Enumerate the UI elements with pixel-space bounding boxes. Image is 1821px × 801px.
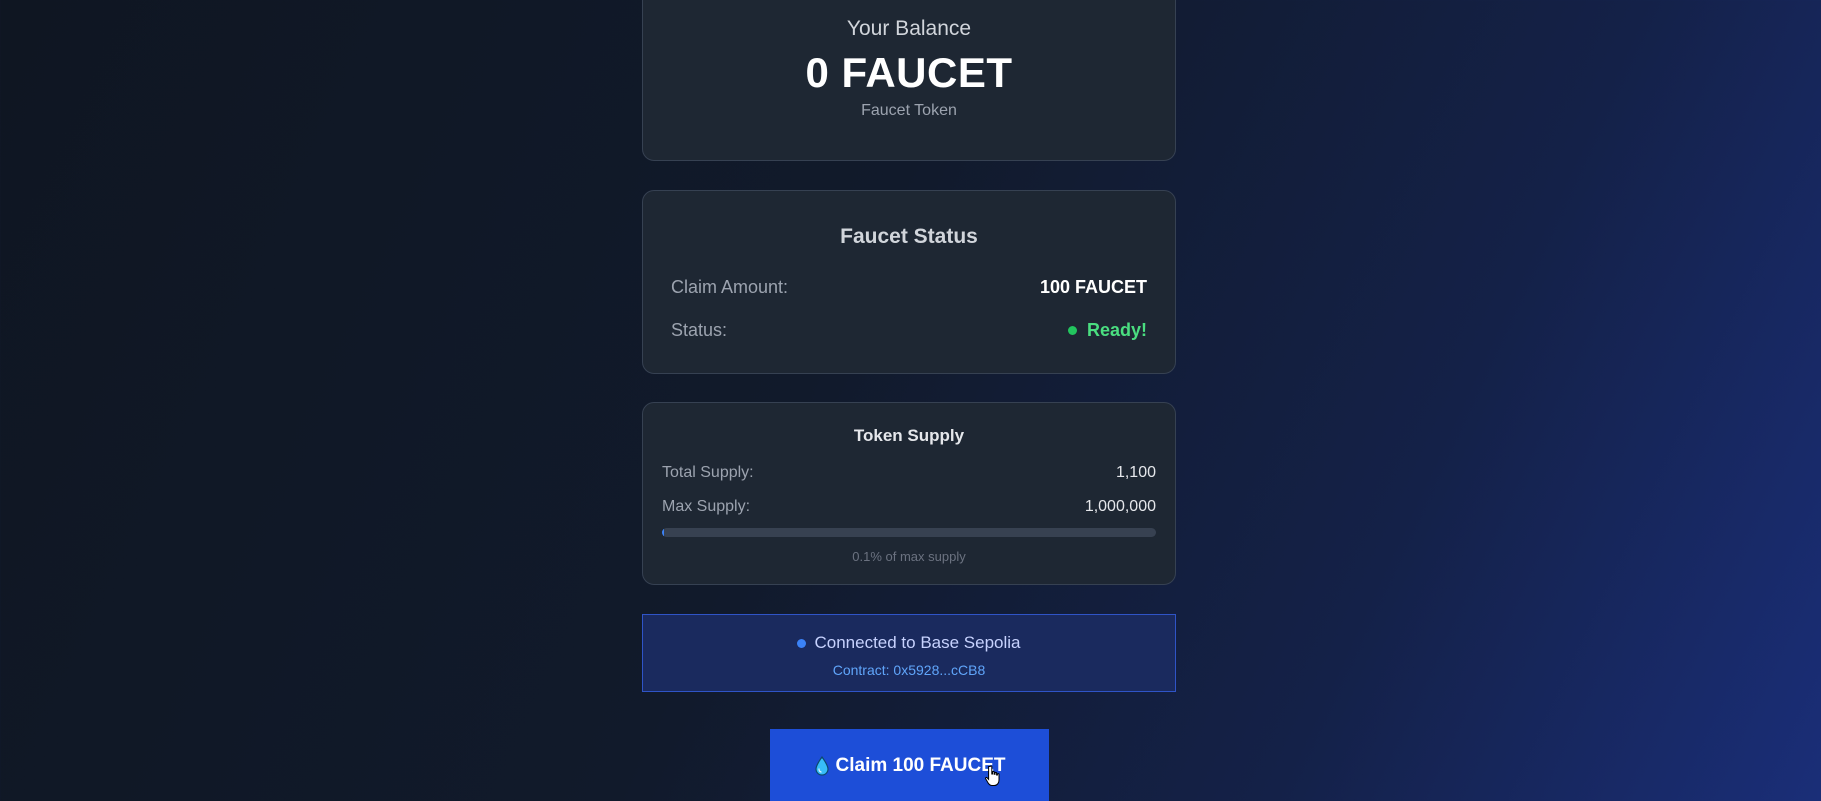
- network-connection: Connected to Base Sepolia: [643, 633, 1175, 653]
- hand-cursor-icon: [983, 765, 1001, 792]
- claim-amount-label: Claim Amount:: [671, 277, 789, 297]
- balance-card: Your Balance 0 FAUCET Faucet Token: [642, 0, 1176, 161]
- droplet-icon: [814, 755, 830, 776]
- status-value: Ready!: [1086, 320, 1147, 340]
- supply-percent-note: 0.1% of max supply: [852, 549, 966, 564]
- contract-address: Contract: 0x5928...cCB8: [832, 662, 986, 678]
- total-supply-value: 1,100: [1115, 464, 1156, 481]
- supply-progress-bar: [662, 528, 1156, 537]
- max-supply-row: Max Supply: 1,000,000: [662, 498, 1156, 516]
- network-dot-icon: [797, 638, 807, 648]
- status-label: Status:: [671, 320, 728, 340]
- status-dot-icon: [1067, 326, 1077, 335]
- balance-title: Your Balance: [846, 17, 972, 40]
- token-supply-title: Token Supply: [853, 426, 965, 445]
- claim-amount-value: 100 FAUCET: [1039, 277, 1147, 297]
- max-supply-value: 1,000,000: [1084, 498, 1156, 515]
- status-badge: Ready!: [1067, 320, 1147, 341]
- supply-progress-fill: [662, 528, 664, 537]
- total-supply-row: Total Supply: 1,100: [662, 464, 1156, 482]
- total-supply-label: Total Supply:: [662, 464, 754, 481]
- max-supply-label: Max Supply:: [662, 498, 751, 515]
- claim-button[interactable]: Claim 100 FAUCET: [770, 729, 1049, 801]
- faucet-status-card: Faucet Status Claim Amount: 100 FAUCET S…: [642, 190, 1176, 374]
- faucet-status-title: Faucet Status: [840, 225, 978, 248]
- claim-button-label: Claim 100 FAUCET: [835, 755, 1006, 776]
- network-status-card: Connected to Base Sepolia Contract: 0x59…: [642, 614, 1176, 692]
- token-supply-card: Token Supply Total Supply: 1,100 Max Sup…: [642, 402, 1176, 585]
- balance-amount: 0 FAUCET: [805, 49, 1013, 96]
- status-row: Status: Ready!: [671, 320, 1147, 341]
- claim-amount-row: Claim Amount: 100 FAUCET: [671, 277, 1147, 298]
- balance-token-name: Faucet Token: [861, 102, 957, 119]
- network-connection-text: Connected to Base Sepolia: [814, 633, 1021, 652]
